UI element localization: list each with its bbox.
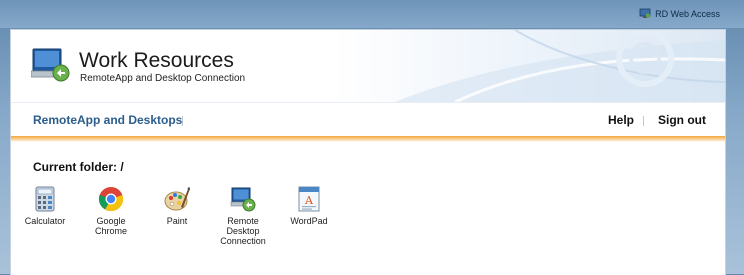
help-link[interactable]: Help: [608, 113, 634, 127]
rd-web-access-label[interactable]: RD Web Access: [655, 9, 720, 19]
current-folder-label: Current folder: /: [33, 160, 124, 174]
nav-divider: [643, 116, 644, 126]
orange-divider: [11, 136, 725, 142]
wordpad-icon: A: [298, 186, 320, 212]
nav-remoteapp-desktops[interactable]: RemoteApp and Desktops: [33, 113, 182, 127]
remote-desktop-icon: [230, 187, 256, 212]
app-label: Google Chrome: [94, 216, 127, 236]
app-wordpad[interactable]: A WordPad: [279, 186, 339, 226]
top-bar: RD Web Access: [0, 0, 744, 28]
chrome-icon: [98, 187, 124, 212]
header: Work Resources RemoteApp and Desktop Con…: [11, 30, 725, 102]
app-google-chrome[interactable]: Google Chrome: [81, 186, 141, 236]
nav-divider: [182, 116, 183, 126]
calculator-icon: [35, 186, 55, 212]
paint-icon: [164, 187, 190, 211]
app-remote-desktop-connection[interactable]: Remote Desktop Connection: [213, 186, 273, 246]
app-label: Remote Desktop Connection: [220, 216, 266, 246]
page-subtitle: RemoteApp and Desktop Connection: [80, 73, 246, 84]
app-paint[interactable]: Paint: [147, 186, 207, 226]
header-swoosh-decoration: [395, 30, 725, 102]
svg-text:A: A: [304, 194, 314, 207]
app-label: Paint: [166, 216, 188, 226]
app-label: Calculator: [24, 216, 66, 226]
nav-bar: RemoteApp and Desktops Help Sign out: [11, 102, 725, 137]
page-title: Work Resources: [79, 49, 234, 72]
main-panel: Work Resources RemoteApp and Desktop Con…: [10, 29, 726, 275]
remoteapp-logo-icon: [31, 48, 70, 82]
rd-web-access-icon: [639, 8, 651, 18]
sign-out-link[interactable]: Sign out: [658, 113, 706, 127]
rd-web-access-link[interactable]: RD Web Access: [639, 8, 720, 19]
app-calculator[interactable]: Calculator: [15, 186, 75, 226]
app-label: WordPad: [290, 216, 328, 226]
